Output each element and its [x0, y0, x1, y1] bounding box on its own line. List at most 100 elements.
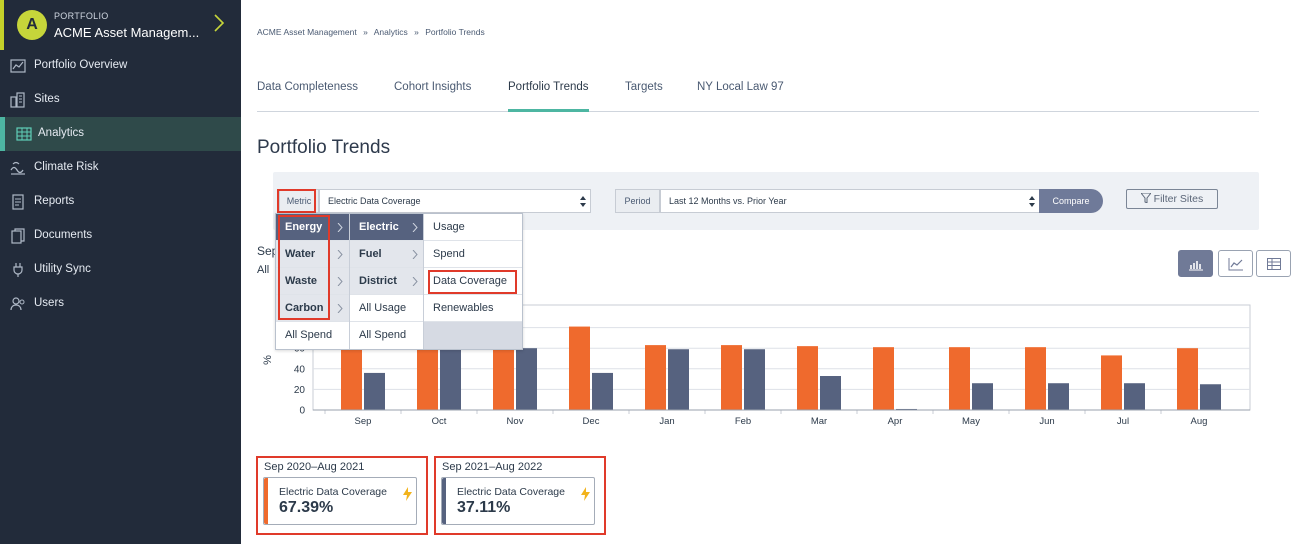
tab-portfolio-trends[interactable]: Portfolio Trends [508, 81, 589, 112]
buildings-icon [10, 92, 25, 108]
sidebar-item-users[interactable]: Users [0, 287, 241, 321]
sidebar-item-label: Portfolio Overview [34, 59, 128, 71]
sidebar-item-portfolio-overview[interactable]: Portfolio Overview [0, 49, 241, 83]
sidebar-item-analytics[interactable]: Analytics [0, 117, 241, 151]
breadcrumb-analytics[interactable]: Analytics [374, 27, 408, 37]
menu-item-carbon[interactable]: Carbon [276, 295, 349, 322]
tab-cohort-insights[interactable]: Cohort Insights [394, 81, 471, 112]
metric-select-value: Electric Data Coverage [328, 196, 421, 206]
menu-item-water[interactable]: Water [276, 241, 349, 268]
summary-card[interactable]: Electric Data Coverage 37.11% [441, 477, 595, 525]
menu-item-label: Fuel [359, 248, 382, 260]
portfolio-kicker: PORTFOLIO [54, 11, 109, 21]
tab-data-completeness[interactable]: Data Completeness [257, 81, 358, 112]
breadcrumb: ACME Asset Management » Analytics » Port… [257, 27, 489, 37]
bar-prior-jan [645, 345, 666, 410]
sidebar-item-documents[interactable]: Documents [0, 219, 241, 253]
breadcrumb-org[interactable]: ACME Asset Management [257, 27, 357, 37]
menu-item-usage[interactable]: Usage [424, 214, 522, 241]
y-tick-label: 40 [294, 364, 306, 375]
sidebar-item-label: Climate Risk [34, 161, 99, 173]
period-select[interactable]: Last 12 Months vs. Prior Year [660, 189, 1040, 213]
sidebar-item-label: Utility Sync [34, 263, 91, 275]
breadcrumb-current: Portfolio Trends [425, 27, 485, 37]
menu-column-category: Energy Water Waste Carbon All Spend [276, 214, 349, 349]
org-name: ACME Asset Managem... [54, 25, 200, 40]
sidebar-item-sites[interactable]: Sites [0, 83, 241, 117]
filter-sites-label: Filter Sites [1153, 193, 1204, 205]
line-chart-view-button[interactable] [1218, 250, 1253, 277]
bar-current-jan [668, 349, 689, 410]
sidebar-nav: Portfolio Overview Sites Analytics Clima… [0, 49, 241, 321]
chevron-right-icon [412, 277, 418, 286]
menu-item-all-usage[interactable]: All Usage [350, 295, 424, 322]
x-tick-label: Oct [432, 416, 447, 427]
line-chart-icon [1228, 258, 1243, 271]
chevron-right-icon [412, 250, 418, 259]
bar-prior-jun [1025, 347, 1046, 410]
portfolio-switcher[interactable]: A PORTFOLIO ACME Asset Managem... [0, 0, 241, 50]
x-tick-label: Sep [355, 416, 372, 427]
summary-card[interactable]: Electric Data Coverage 67.39% [263, 477, 417, 525]
chevron-right-icon[interactable] [210, 12, 228, 34]
period-select-value: Last 12 Months vs. Prior Year [669, 196, 787, 206]
bar-prior-aug [1177, 348, 1198, 410]
y-tick-label: 0 [299, 406, 305, 417]
summary-card-value: 67.39% [279, 499, 334, 516]
sidebar-item-label: Analytics [38, 127, 85, 139]
bar-chart-view-button[interactable] [1178, 250, 1213, 277]
chart-subheading-partial: All [257, 264, 270, 276]
select-caret-icon [1029, 196, 1035, 207]
summary-period-title: Sep 2021–Aug 2022 [442, 461, 543, 473]
chart-line-icon [10, 59, 26, 73]
bar-current-nov [516, 348, 537, 410]
menu-item-all-spend[interactable]: All Spend [276, 322, 349, 349]
metric-select[interactable]: Electric Data Coverage [319, 189, 591, 213]
menu-item-all-spend-energy[interactable]: All Spend [350, 322, 424, 349]
filter-sites-button[interactable]: Filter Sites [1126, 189, 1218, 209]
bar-current-feb [744, 349, 765, 410]
report-icon [12, 194, 24, 210]
table-chart-icon [16, 127, 32, 141]
menu-item-electric[interactable]: Electric [350, 214, 424, 241]
sidebar-item-label: Users [34, 297, 65, 309]
bar-prior-jul [1101, 355, 1122, 410]
tab-targets[interactable]: Targets [625, 81, 663, 112]
lightning-icon [581, 487, 590, 501]
table-view-button[interactable] [1256, 250, 1291, 277]
menu-item-district[interactable]: District [350, 268, 424, 295]
menu-item-waste[interactable]: Waste [276, 268, 349, 295]
sidebar-item-climate-risk[interactable]: Climate Risk [0, 151, 241, 185]
chevron-right-icon [337, 250, 343, 259]
menu-item-energy[interactable]: Energy [276, 214, 349, 241]
x-tick-label: Apr [888, 416, 903, 427]
bar-current-aug [1200, 384, 1221, 410]
menu-item-renewables[interactable]: Renewables [424, 295, 522, 322]
bar-chart-icon [1189, 261, 1203, 271]
y-axis-label: % [262, 355, 274, 365]
chevron-right-icon [337, 304, 343, 313]
breadcrumb-separator: » [363, 27, 368, 37]
sidebar-item-reports[interactable]: Reports [0, 185, 241, 219]
summary-period-prior: Sep 2020–Aug 2021 Electric Data Coverage… [256, 456, 428, 535]
tab-bar: Data Completeness Cohort Insights Portfo… [257, 72, 1259, 112]
tab-ny-local-law-97[interactable]: NY Local Law 97 [697, 81, 784, 112]
bar-prior-sep [341, 339, 362, 410]
series-color-stripe [442, 478, 446, 524]
summary-card-label: Electric Data Coverage [279, 486, 387, 498]
sidebar-item-utility-sync[interactable]: Utility Sync [0, 253, 241, 287]
menu-item-label: Carbon [285, 302, 324, 314]
period-label: Period [615, 189, 660, 213]
menu-item-data-coverage[interactable]: Data Coverage [424, 268, 522, 295]
lightning-icon [403, 487, 412, 501]
menu-item-spend[interactable]: Spend [424, 241, 522, 268]
main-content: ACME Asset Management » Analytics » Port… [241, 0, 1306, 544]
menu-item-label: Water [285, 248, 316, 260]
bar-prior-apr [873, 347, 894, 410]
x-tick-label: Jul [1117, 416, 1129, 427]
menu-item-fuel[interactable]: Fuel [350, 241, 424, 268]
breadcrumb-separator: » [414, 27, 419, 37]
bar-current-mar [820, 376, 841, 410]
bar-prior-nov [493, 339, 514, 410]
compare-button[interactable]: Compare [1039, 189, 1103, 213]
